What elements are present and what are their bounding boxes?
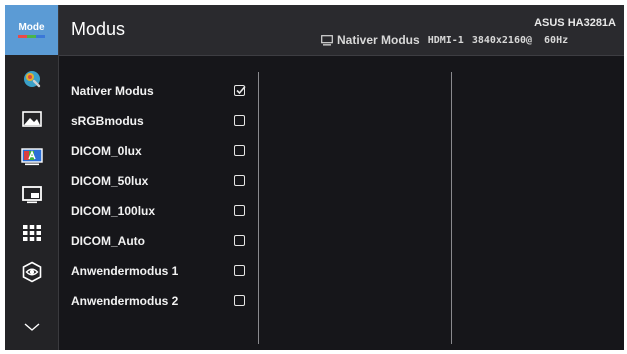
sidebar-item-pip-pbp[interactable] [5,177,58,213]
monitor-icon [321,34,333,45]
checkbox[interactable] [234,265,245,276]
color-icon [23,71,40,88]
osd-header: Modus ASUS HA3281A Nativer Modus HDMI-1 … [59,5,624,56]
checkbox[interactable] [234,295,245,306]
pip-pbp-icon [21,186,42,204]
submenu-panel [452,56,624,350]
mode-option-dicom-50lux[interactable]: DICOM_50lux [59,166,257,196]
input-source: HDMI-1 [427,34,464,46]
current-mode: Nativer Modus [337,33,420,47]
chevron-down-icon [24,323,39,331]
input-select-icon [20,148,43,166]
checkbox-checked[interactable] [234,85,246,96]
mode-option-label: sRGBmodus [71,114,144,128]
mode-option-user-1[interactable]: Anwendermodus 1 [59,256,257,286]
page-title: Modus [71,19,126,39]
osd-menu: Mode Modus ASUS HA3281A Nativer Modus HD… [5,5,624,350]
mode-list: Nativer Modus sRGBmodus DICOM_0lux DICOM… [59,56,257,350]
status-line: Nativer Modus HDMI-1 3840x2160@ 60Hz [321,33,568,47]
mode-option-native[interactable]: Nativer Modus [59,76,257,106]
mode-option-label: DICOM_100lux [71,204,156,218]
image-icon [21,111,42,127]
monitor-model: ASUS HA3281A [534,17,616,29]
mode-option-label: Anwendermodus 2 [71,294,179,308]
mode-option-dicom-0lux[interactable]: DICOM_0lux [59,136,257,166]
sidebar-scroll-down[interactable] [5,307,58,347]
sidebar-item-image[interactable] [5,101,58,137]
mode-color-bar [18,35,45,38]
mode-option-srgb[interactable]: sRGBmodus [59,106,257,136]
mode-label: Mode [18,22,45,33]
submenu-panel [259,56,451,350]
mode-option-label: Anwendermodus 1 [71,264,179,278]
resolution: 3840x2160@ [471,34,533,46]
checkbox[interactable] [234,145,245,156]
blue-light-filter-icon [22,261,41,283]
mode-option-label: DICOM_50lux [71,174,149,188]
checkbox[interactable] [234,205,245,216]
refresh-rate: 60Hz [544,34,569,46]
mode-option-user-2[interactable]: Anwendermodus 2 [59,286,257,316]
mode-option-label: Nativer Modus [71,84,154,98]
checkbox[interactable] [234,175,245,186]
system-setup-icon [22,225,41,241]
mode-option-label: DICOM_0lux [71,144,142,158]
osd-sidebar: Mode [5,5,59,350]
checkbox[interactable] [234,235,245,246]
checkbox[interactable] [234,115,245,126]
mode-option-dicom-auto[interactable]: DICOM_Auto [59,226,257,256]
sidebar-item-input-select[interactable] [5,139,58,175]
mode-option-dicom-100lux[interactable]: DICOM_100lux [59,196,257,226]
sidebar-item-mode[interactable]: Mode [5,5,58,55]
sidebar-item-color[interactable] [5,61,58,97]
mode-option-label: DICOM_Auto [71,234,145,248]
sidebar-item-system-setup[interactable] [5,215,58,251]
sidebar-item-eye-care[interactable] [5,254,58,290]
checkmark-icon [236,85,246,95]
